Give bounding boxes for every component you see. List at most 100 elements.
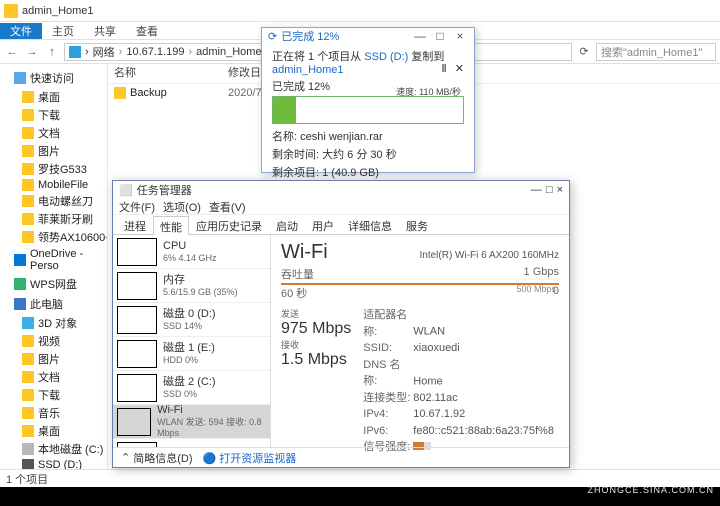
menu-options[interactable]: 选项(O) bbox=[163, 199, 201, 214]
recv-value: 1.5 Mbps bbox=[281, 351, 351, 369]
sidebar-item[interactable]: 电动螺丝刀 bbox=[0, 192, 107, 210]
sidebar-item[interactable]: 桌面 bbox=[0, 88, 107, 106]
sidebar-item[interactable]: 本地磁盘 (C:) bbox=[0, 440, 107, 458]
folder-icon bbox=[22, 371, 34, 383]
folder-icon bbox=[22, 213, 34, 225]
folder-icon bbox=[22, 231, 34, 243]
tab-details[interactable]: 详细信息 bbox=[341, 215, 399, 234]
ribbon-view[interactable]: 查看 bbox=[126, 23, 168, 39]
chart-ymid: 500 Mbps bbox=[516, 284, 556, 294]
perf-cpu[interactable]: CPU6% 4.14 GHz bbox=[113, 235, 270, 269]
folder-icon bbox=[22, 109, 34, 121]
ribbon-home[interactable]: 主页 bbox=[42, 23, 84, 39]
tab-startup[interactable]: 启动 bbox=[269, 215, 305, 234]
tm-menu: 文件(F) 选项(O) 查看(V) bbox=[113, 199, 569, 215]
crumb-host[interactable]: 10.67.1.199 bbox=[126, 46, 184, 58]
tab-history[interactable]: 应用历史记录 bbox=[189, 215, 269, 234]
back-button[interactable]: ← bbox=[4, 44, 20, 60]
pc-icon bbox=[14, 298, 26, 310]
tab-services[interactable]: 服务 bbox=[399, 215, 435, 234]
copy-icon: ⟳ bbox=[268, 30, 277, 43]
ribbon-file[interactable]: 文件 bbox=[0, 23, 42, 39]
folder-icon bbox=[22, 163, 34, 175]
search-input[interactable]: 搜索"admin_Home1" bbox=[596, 43, 716, 61]
sidebar-thispc[interactable]: 此电脑 bbox=[0, 294, 107, 314]
copy-line1: 正在将 1 个项目从 SSD (D:) 复制到 admin_Home1 bbox=[272, 48, 464, 76]
perf-gpu[interactable]: GPU 0 bbox=[113, 439, 270, 447]
sidebar-item[interactable]: 3D 对象 bbox=[0, 314, 107, 332]
sidebar-item[interactable]: 桌面 bbox=[0, 422, 107, 440]
sidebar-quick[interactable]: 快速访问 bbox=[0, 68, 107, 88]
tab-performance[interactable]: 性能 bbox=[153, 216, 189, 235]
sidebar-item[interactable]: 菲莱斯牙刷 bbox=[0, 210, 107, 228]
open-resource-monitor[interactable]: 🔵 打开资源监视器 bbox=[203, 450, 297, 466]
sidebar-item[interactable]: 图片 bbox=[0, 350, 107, 368]
folder-icon bbox=[22, 195, 34, 207]
folder-icon bbox=[22, 145, 34, 157]
file-name: Backup bbox=[130, 87, 167, 99]
folder-icon bbox=[22, 353, 34, 365]
sidebar-item[interactable]: 下载 bbox=[0, 386, 107, 404]
perf-disk0[interactable]: 磁盘 0 (D:)SSD 14% bbox=[113, 303, 270, 337]
pause-button[interactable]: Ⅱ bbox=[441, 62, 446, 75]
forward-button[interactable]: → bbox=[24, 44, 40, 60]
tab-users[interactable]: 用户 bbox=[305, 215, 341, 234]
copy-titlebar[interactable]: ⟳ 已完成 12% — □ × bbox=[262, 28, 474, 44]
perf-disk2[interactable]: 磁盘 2 (C:)SSD 0% bbox=[113, 371, 270, 405]
sidebar-wps[interactable]: WPS网盘 bbox=[0, 274, 107, 294]
folder-icon bbox=[22, 127, 34, 139]
sidebar-item[interactable]: 罗技G533 bbox=[0, 160, 107, 178]
perf-list: CPU6% 4.14 GHz 内存5.6/15.9 GB (35%) 磁盘 0 … bbox=[113, 235, 271, 447]
tm-titlebar[interactable]: ⬜ 任务管理器 — □ × bbox=[113, 181, 569, 199]
minimize-button[interactable]: — bbox=[531, 184, 542, 196]
tab-processes[interactable]: 进程 bbox=[117, 215, 153, 234]
sidebar-onedrive[interactable]: OneDrive - Perso bbox=[0, 246, 107, 274]
fewer-details-button[interactable]: ⌃简略信息(D) bbox=[121, 450, 193, 466]
sidebar-item[interactable]: 图片 bbox=[0, 142, 107, 160]
perf-disk1[interactable]: 磁盘 1 (E:)HDD 0% bbox=[113, 337, 270, 371]
tm-footer: ⌃简略信息(D) 🔵 打开资源监视器 bbox=[113, 447, 569, 467]
send-value: 975 Mbps bbox=[281, 320, 351, 338]
refresh-button[interactable]: ⟳ bbox=[576, 44, 592, 60]
task-manager: ⬜ 任务管理器 — □ × 文件(F) 选项(O) 查看(V) 进程 性能 应用… bbox=[112, 180, 570, 468]
maximize-button[interactable]: □ bbox=[432, 28, 448, 44]
sidebar-item[interactable]: 领势AX10600+AC bbox=[0, 228, 107, 246]
titlebar[interactable]: admin_Home1 bbox=[0, 0, 720, 22]
perf-wifi[interactable]: Wi-FiWLAN 发送: 594 接收: 0.8 Mbps bbox=[113, 405, 270, 439]
sidebar-item[interactable]: MobileFile bbox=[0, 178, 107, 192]
crumb-network[interactable]: 网络 bbox=[93, 44, 115, 60]
sidebar-item[interactable]: 视频 bbox=[0, 332, 107, 350]
menu-file[interactable]: 文件(F) bbox=[119, 199, 155, 214]
sidebar-item[interactable]: 下载 bbox=[0, 106, 107, 124]
sidebar-item[interactable]: 文档 bbox=[0, 368, 107, 386]
perf-memory[interactable]: 内存5.6/15.9 GB (35%) bbox=[113, 269, 270, 303]
onedrive-icon bbox=[14, 254, 26, 266]
up-button[interactable]: ↑ bbox=[44, 44, 60, 60]
progress-bar: 速度: 110 MB/秒 bbox=[272, 96, 464, 124]
menu-view[interactable]: 查看(V) bbox=[209, 199, 246, 214]
maximize-button[interactable]: □ bbox=[546, 184, 553, 196]
chevron-up-icon: ⌃ bbox=[121, 451, 130, 464]
sidebar-item[interactable]: 音乐 bbox=[0, 404, 107, 422]
crumb-folder[interactable]: admin_Home1 bbox=[196, 46, 268, 58]
tm-icon: ⬜ bbox=[119, 184, 133, 197]
close-button[interactable]: × bbox=[452, 28, 468, 44]
close-button[interactable]: × bbox=[557, 184, 563, 196]
watermark: 新浪众测 ZHONGCE.SINA.COM.CN bbox=[587, 474, 714, 496]
chart-ylabel: 吞吐量 bbox=[281, 266, 314, 282]
folder-icon bbox=[22, 179, 34, 191]
cancel-copy-button[interactable]: ✕ bbox=[455, 62, 464, 75]
col-name[interactable]: 名称 bbox=[108, 64, 228, 83]
disk-icon bbox=[22, 459, 34, 469]
folder-icon bbox=[114, 87, 126, 99]
folder-icon bbox=[4, 4, 18, 18]
chart-ymax: 1 Gbps bbox=[524, 266, 559, 282]
sidebar-item[interactable]: 文档 bbox=[0, 124, 107, 142]
disk-icon bbox=[22, 443, 34, 455]
copy-remaining-items: 剩余项目: 1 (40.9 GB) bbox=[272, 164, 464, 180]
minimize-button[interactable]: — bbox=[412, 28, 428, 44]
tm-title: 任务管理器 bbox=[137, 182, 192, 198]
sidebar-item[interactable]: SSD (D:) bbox=[0, 458, 107, 469]
ribbon-share[interactable]: 共享 bbox=[84, 23, 126, 39]
detail-title: Wi-Fi bbox=[281, 241, 328, 264]
